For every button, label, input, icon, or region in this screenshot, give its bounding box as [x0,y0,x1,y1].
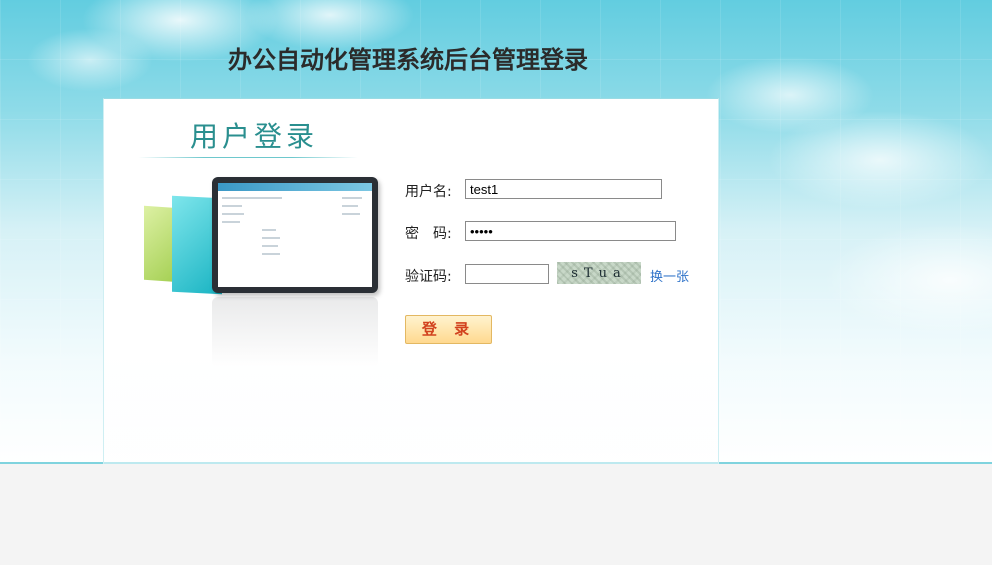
username-label: 用户名: [405,184,452,200]
captcha-image[interactable]: sTua [557,262,641,284]
captcha-input[interactable] [465,264,549,284]
refresh-captcha-link[interactable]: 换一张 [650,266,689,285]
heading-underline [138,157,358,158]
username-input[interactable] [465,179,662,199]
captcha-row: 验证码: sTua 换一张 [405,262,705,286]
password-input[interactable] [465,221,676,241]
monitor-illustration [140,173,390,383]
footer-area [0,464,992,565]
password-label: 密 码: [405,226,452,242]
username-row: 用户名: [405,179,705,201]
login-button[interactable]: 登 录 [405,315,492,344]
panel-heading: 用户登录 [190,120,319,153]
password-row: 密 码: [405,221,705,243]
monitor-screen [218,183,372,287]
captcha-label: 验证码: [405,269,452,285]
page-title: 办公自动化管理系统后台管理登录 [228,46,588,74]
monitor-graphic [212,177,378,293]
login-panel: 用户登录 用户名: 密 码: [103,98,719,464]
monitor-reflection [212,297,378,367]
